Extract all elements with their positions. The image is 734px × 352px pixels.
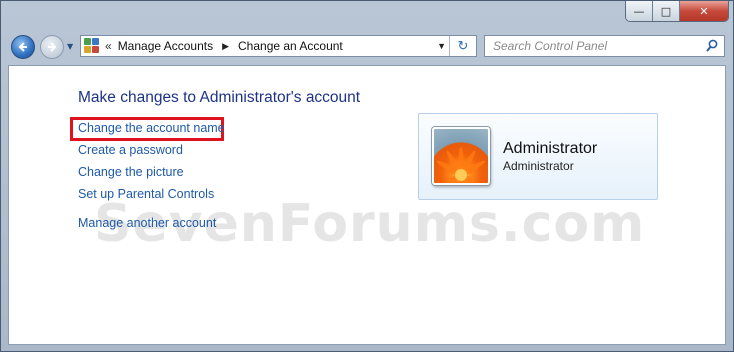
breadcrumb-separator-icon[interactable]: ▶ [222,41,229,52]
breadcrumb-manage-accounts[interactable]: Manage Accounts [118,39,213,53]
parental-controls-link[interactable]: Set up Parental Controls [78,187,214,201]
content-pane: SevenForums.com Make changes to Administ… [8,65,726,345]
search-box[interactable]: Search Control Panel [484,35,725,57]
page-title: Make changes to Administrator's account [78,89,361,106]
account-type: Administrator [503,159,574,173]
breadcrumb-overflow[interactable]: « [105,39,112,53]
account-card: Administrator Administrator [418,113,658,200]
refresh-button[interactable]: ↻ [449,36,476,56]
breadcrumb-change-an-account[interactable]: Change an Account [238,39,343,53]
manage-another-account-link[interactable]: Manage another account [78,216,216,230]
close-button[interactable]: ✕ [680,1,728,21]
forward-button[interactable] [40,35,64,59]
create-password-link[interactable]: Create a password [78,143,183,157]
account-name: Administrator [503,140,598,157]
back-arrow-icon [18,42,27,52]
search-placeholder: Search Control Panel [493,39,608,53]
back-button[interactable] [11,35,35,59]
change-picture-link[interactable]: Change the picture [78,165,184,179]
flower-avatar-icon [432,127,490,185]
explorer-window: — □ ✕ ▼ « Manage Accounts ▶ Change an Ac… [0,0,734,352]
caption-buttons: — □ ✕ [625,1,729,22]
minimize-button[interactable]: — [626,1,653,21]
maximize-button[interactable]: □ [653,1,680,21]
recent-pages-button[interactable]: ▼ [67,42,73,51]
address-dropdown-icon[interactable]: ▼ [437,41,446,51]
control-panel-icon [84,38,100,54]
forward-arrow-icon [48,42,57,52]
search-icon[interactable] [706,39,718,53]
navigation-bar: ▼ « Manage Accounts ▶ Change an Account … [1,29,733,63]
change-account-name-link[interactable]: Change the account name [78,121,225,135]
address-bar[interactable]: « Manage Accounts ▶ Change an Account ▼ … [80,35,477,57]
